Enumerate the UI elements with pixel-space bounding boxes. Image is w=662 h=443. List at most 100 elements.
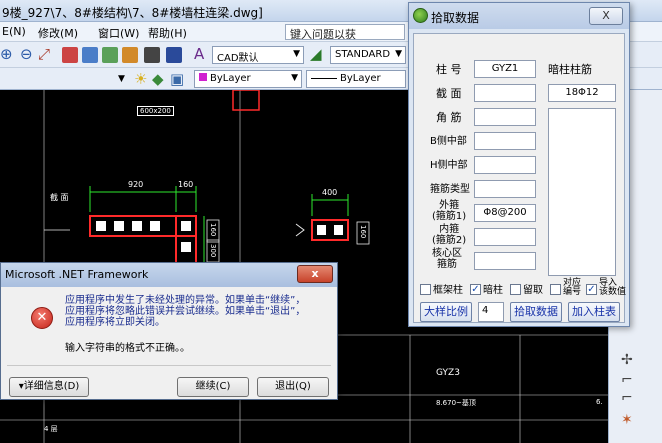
retain-label: 留取 — [523, 285, 543, 296]
chevron-down-icon: ▼ — [293, 49, 300, 59]
linetype-sample — [311, 77, 337, 79]
stirrup-type-field[interactable] — [474, 180, 536, 198]
pick-dialog-body: 柱 号 GYZ1 暗柱柱筋 截 面 18Φ12 角 筋 B侧中部 H侧中部 箍筋… — [413, 33, 627, 323]
linetype-value: ByLayer — [340, 73, 381, 84]
cad-window-title: 9楼_927\7、8#楼结构\7、8#楼墙柱连梁.dwg] — [2, 6, 263, 20]
section-label: 截 面 — [436, 87, 462, 100]
close-button[interactable]: X — [589, 7, 623, 25]
scale-input[interactable]: 4 — [478, 302, 504, 322]
red-marker — [232, 90, 260, 111]
chamfer-icon[interactable]: ⌐ — [621, 390, 633, 406]
layer-value: ByLayer — [210, 73, 251, 84]
help-search-input[interactable]: 键入问题以获 — [285, 24, 405, 40]
import-value-checkbox[interactable]: ✓ — [586, 284, 597, 295]
color-swatch — [199, 73, 207, 81]
core-stirrup-field[interactable] — [474, 252, 536, 270]
dim-text-160: 160 — [178, 180, 194, 189]
dim-text-300-vertical: 300 — [209, 244, 217, 258]
zoom-icon[interactable]: ⊕ — [0, 46, 13, 62]
frame-column-label: 框架柱 — [433, 285, 463, 296]
error-close-button[interactable]: x — [297, 265, 333, 283]
match-number-checkbox[interactable] — [550, 284, 561, 295]
drawing-label-edge: 6. — [596, 398, 603, 406]
calculator-icon[interactable] — [144, 47, 160, 63]
menu-item-window[interactable]: 窗口(W) — [98, 25, 139, 41]
app-icon — [413, 8, 428, 23]
layer-tool-icon[interactable] — [62, 47, 78, 63]
section-field[interactable] — [474, 84, 536, 102]
error-icon: ✕ — [31, 307, 53, 329]
inner-stirrup-label: 内箍 (箍筋2) — [432, 224, 467, 246]
make-current-icon[interactable]: ▣ — [170, 71, 184, 87]
menu-item-modify[interactable]: 修改(M) — [38, 25, 78, 41]
retain-checkbox[interactable] — [510, 284, 521, 295]
layer-dropdown-arrow-icon[interactable]: ▼ — [118, 71, 125, 87]
exit-button[interactable]: 退出(Q) — [257, 377, 329, 397]
h-side-mid-field[interactable] — [474, 156, 536, 174]
design-center-icon[interactable] — [102, 47, 118, 63]
text-style-value: CAD默认 — [217, 53, 259, 64]
net-framework-error-dialog: Microsoft .NET Framework x ✕ 应用程序中发生了未经处… — [0, 262, 338, 400]
scale-button[interactable]: 大样比例 — [420, 302, 472, 322]
error-divider — [7, 365, 331, 366]
core-stirrup-label: 核心区 箍筋 — [432, 248, 462, 270]
layer-combo[interactable]: ByLayer ▼ — [194, 70, 302, 88]
error-dialog-title: Microsoft .NET Framework — [5, 268, 149, 281]
pick-dialog-title: 拾取数据 — [431, 11, 480, 25]
column-no-label: 柱 号 — [436, 63, 462, 76]
match-number-label: 对应 编号 — [563, 278, 582, 297]
break-mark — [295, 223, 305, 237]
linetype-combo[interactable]: ByLayer — [306, 70, 406, 88]
move-icon[interactable]: ✢ — [621, 352, 633, 368]
corner-rebar-field[interactable] — [474, 108, 536, 126]
column-no-field[interactable]: GYZ1 — [474, 60, 536, 78]
outer-stirrup-field[interactable]: Φ8@200 — [474, 204, 536, 222]
tool-palette-icon[interactable] — [122, 47, 138, 63]
inner-stirrup-field[interactable] — [474, 228, 536, 246]
frame-column-checkbox[interactable] — [420, 284, 431, 295]
dim-style-icon[interactable]: ◢ — [310, 46, 322, 62]
h-side-mid-label: H侧中部 — [430, 160, 468, 171]
hidden-rebar-field[interactable]: 18Φ12 — [548, 84, 616, 102]
hidden-column-checkbox[interactable]: ✓ — [470, 284, 481, 295]
rebar-detail-area[interactable] — [548, 108, 616, 276]
corner-rebar-label: 角 筋 — [436, 111, 462, 124]
hidden-column-checkbox-label: 暗柱 — [483, 285, 503, 296]
stirrup-type-label: 箍筋类型 — [430, 184, 470, 195]
explode-icon[interactable]: ✶ — [621, 412, 633, 428]
outer-stirrup-label: 外箍 (箍筋1) — [432, 200, 467, 222]
add-to-table-button[interactable]: 加入柱表 — [568, 302, 620, 322]
continue-button[interactable]: 继续(C) — [177, 377, 249, 397]
layer-previous-icon[interactable]: ◆ — [152, 71, 164, 87]
error-message: 应用程序中发生了未经处理的异常。如果单击“继续”，应用程序将忽略此错误并尝试继续… — [65, 295, 306, 328]
dim-style-combo[interactable]: STANDARD ▼ — [330, 46, 406, 64]
text-style-icon[interactable]: A — [194, 46, 204, 62]
chevron-down-icon: ▼ — [395, 49, 402, 59]
dim-text-160-vertical: 160 — [209, 223, 217, 237]
dim-style-value: STANDARD — [335, 49, 391, 60]
dim-text-400: 400 — [322, 188, 338, 197]
rebar-dots — [317, 225, 343, 235]
dim-text-160-vertical-2: 160 — [359, 225, 367, 239]
layer-state-icon[interactable]: ☀ — [134, 71, 147, 87]
zoom-out-icon[interactable]: ⊖ — [20, 46, 33, 62]
pan-icon[interactable]: ⤢ — [38, 46, 50, 62]
text-style-combo[interactable]: CAD默认 ▼ — [212, 46, 304, 64]
pick-data-dialog: 拾取数据 X 柱 号 GYZ1 暗柱柱筋 截 面 18Φ12 角 筋 B侧中部 … — [408, 2, 630, 327]
pick-dialog-titlebar: 拾取数据 X — [409, 3, 629, 29]
details-button[interactable]: ▾详细信息(D) — [9, 377, 89, 397]
fillet-icon[interactable]: ⌐ — [621, 372, 633, 388]
drawing-label-top-box: 600x200 — [137, 106, 174, 116]
error-dialog-titlebar: Microsoft .NET Framework x — [1, 263, 337, 287]
drawing-label-floor: 4 层 — [44, 425, 58, 433]
dim-text-920: 920 — [128, 180, 144, 189]
b-side-mid-label: B侧中部 — [430, 136, 467, 147]
menu-item-e[interactable]: E(N) — [2, 25, 26, 38]
error-detail-text: 输入字符串的格式不正确。。 — [65, 343, 190, 354]
import-value-label: 导入 该数值 — [599, 278, 627, 297]
b-side-mid-field[interactable] — [474, 132, 536, 150]
menu-item-help[interactable]: 帮助(H) — [148, 25, 187, 41]
properties-icon[interactable] — [82, 47, 98, 63]
help-icon[interactable] — [166, 47, 182, 63]
pick-data-button[interactable]: 拾取数据 — [510, 302, 562, 322]
